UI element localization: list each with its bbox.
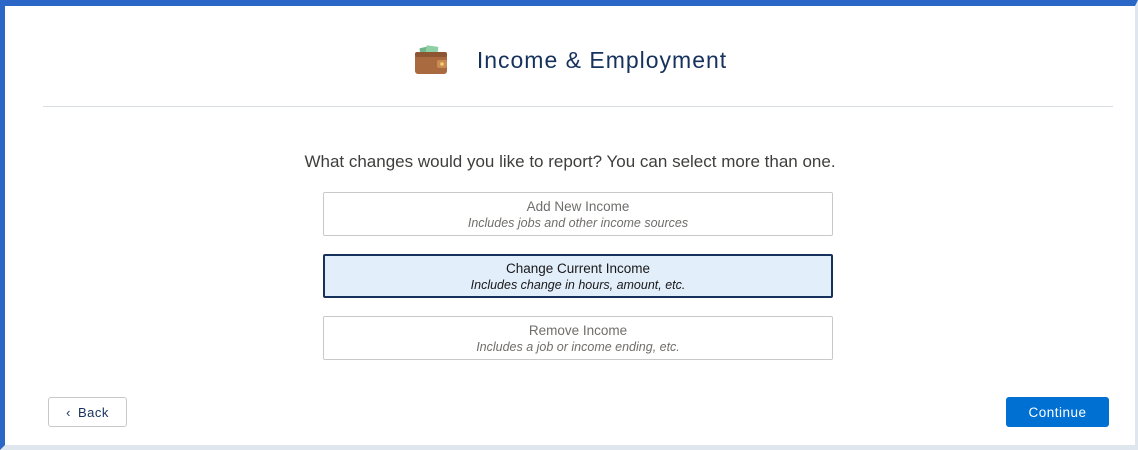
- page-title: Income & Employment: [476, 46, 728, 73]
- option-subtitle: Includes a job or income ending, etc.: [476, 339, 680, 354]
- option-remove-income[interactable]: Remove Income Includes a job or income e…: [323, 316, 833, 360]
- option-change-current-income[interactable]: Change Current Income Includes change in…: [323, 254, 833, 298]
- option-title: Add New Income: [526, 198, 630, 214]
- wallet-icon: [414, 45, 447, 74]
- option-title: Change Current Income: [505, 260, 651, 276]
- chevron-left-icon: ‹: [66, 404, 71, 420]
- header-divider: [43, 106, 1113, 107]
- back-button-label: Back: [77, 404, 109, 420]
- option-add-new-income[interactable]: Add New Income Includes jobs and other i…: [323, 192, 833, 236]
- option-title: Remove Income: [528, 322, 628, 338]
- back-button[interactable]: ‹ Back: [48, 397, 127, 427]
- question-prompt: What changes would you like to report? Y…: [304, 152, 836, 171]
- option-subtitle: Includes change in hours, amount, etc.: [470, 277, 686, 292]
- continue-button[interactable]: Continue: [1006, 397, 1109, 427]
- page-frame: Income & Employment What changes would y…: [0, 0, 1138, 450]
- page-header: Income & Employment: [5, 44, 1135, 76]
- option-subtitle: Includes jobs and other income sources: [467, 215, 689, 230]
